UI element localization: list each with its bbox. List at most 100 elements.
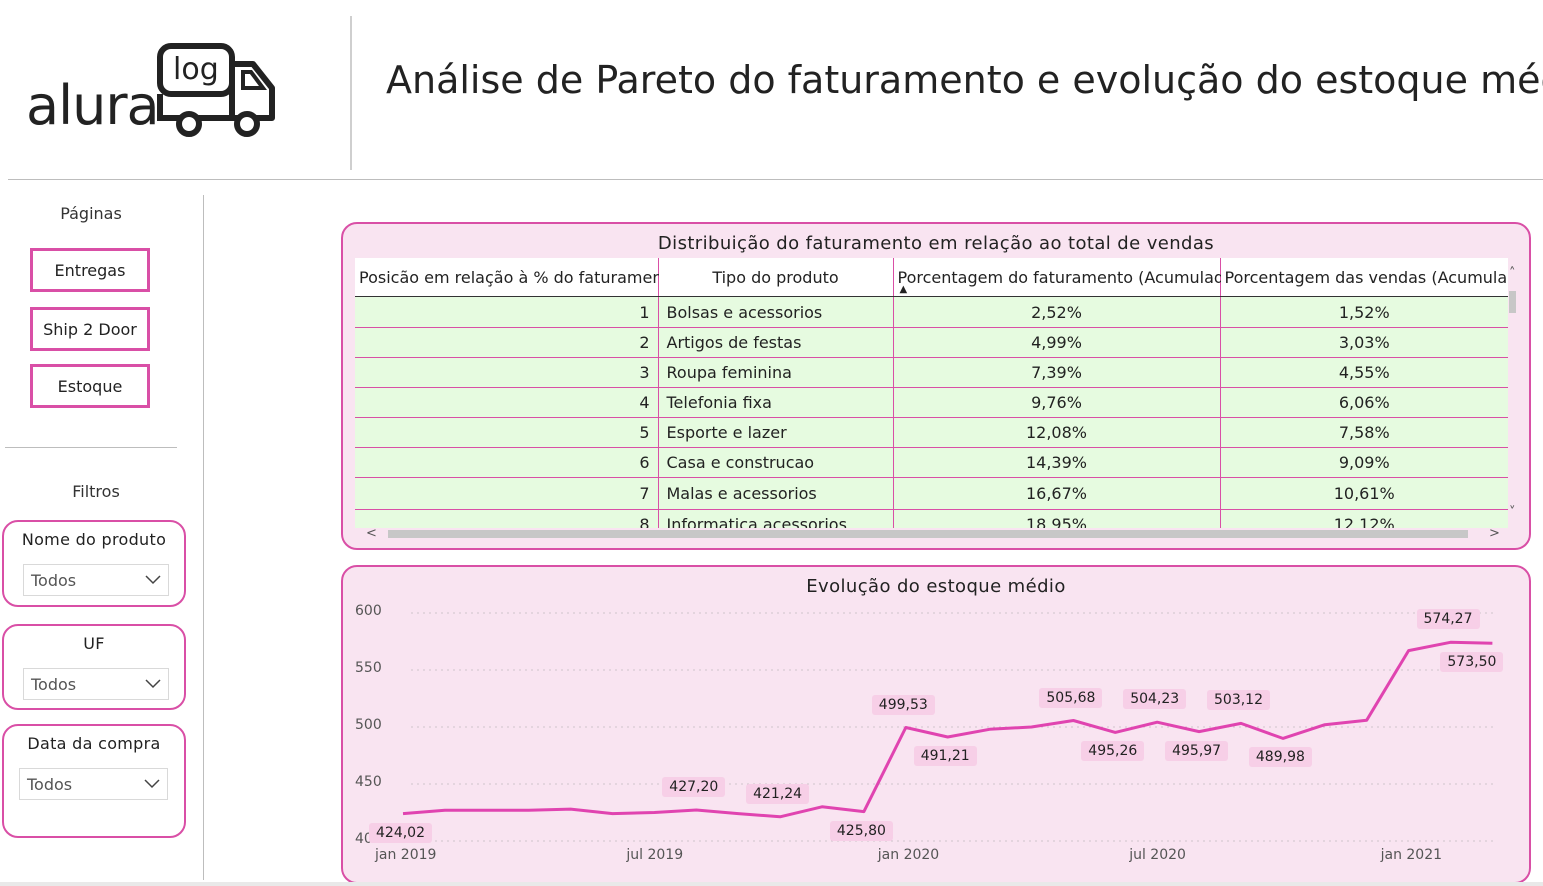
data-point[interactable] [1405, 647, 1413, 655]
sidebar-divider [203, 195, 204, 880]
filter-data-da-compra: Data da compra Todos [2, 724, 186, 838]
data-point[interactable] [441, 806, 449, 814]
data-label: 427,20 [662, 776, 726, 797]
data-label: 505,68 [1039, 687, 1103, 708]
data-label: 425,80 [829, 820, 893, 841]
data-point[interactable] [944, 733, 952, 741]
table-row[interactable]: 3 Roupa feminina 7,39% 4,55% [355, 357, 1508, 388]
table-cell: 1 [355, 296, 659, 328]
filter-label: UF [83, 634, 105, 653]
table-cell: Esporte e lazer [658, 417, 894, 448]
data-label: 504,23 [1123, 689, 1187, 710]
data-point[interactable] [1195, 728, 1203, 736]
pareto-table: Posicão em relação à % do faturamento Ti… [355, 258, 1508, 528]
filter-value: Todos [31, 570, 77, 590]
data-point[interactable] [986, 725, 994, 733]
y-tick-label: 500 [355, 717, 382, 733]
data-point[interactable] [399, 810, 407, 818]
series-line[interactable] [402, 640, 1493, 819]
data-point[interactable] [567, 805, 575, 813]
data-point[interactable] [776, 813, 784, 821]
nav-button-estoque[interactable]: Estoque [30, 364, 150, 408]
header-divider [350, 16, 352, 170]
column-header-sorted[interactable]: Porcentagem do faturamento (Acumulado) ▲ [893, 258, 1240, 297]
y-tick-label: 550 [355, 660, 382, 676]
data-point[interactable] [734, 810, 742, 818]
table-cell: 4,99% [893, 327, 1221, 358]
scroll-down-arrow-icon[interactable]: ˅ [1509, 505, 1516, 520]
table-cell: Bolsas e acessorios [658, 296, 894, 328]
data-point[interactable] [1069, 717, 1077, 725]
chevron-down-icon [144, 779, 160, 789]
data-point[interactable] [609, 810, 617, 818]
data-label: 503,12 [1207, 690, 1270, 711]
data-point[interactable] [1028, 723, 1036, 731]
nav-button-entregas[interactable]: Entregas [30, 248, 150, 292]
data-label: 573,50 [1440, 652, 1504, 673]
table-cell: Roupa feminina [658, 357, 894, 388]
y-tick-label: 600 [355, 603, 382, 619]
data-point[interactable] [1447, 638, 1455, 646]
data-point[interactable] [692, 806, 700, 814]
y-tick-label: 450 [355, 774, 382, 790]
table-cell: 16,67% [893, 477, 1221, 510]
table-row[interactable]: 7 Malas e acessorios 16,67% 10,61% [355, 477, 1508, 510]
column-header[interactable]: Tipo do produto [658, 258, 894, 297]
stock-line-chart: 600550500450400jan 2019jul 2019jan 2020j… [341, 565, 1531, 884]
data-point[interactable] [902, 724, 910, 732]
table-cell: 10,61% [1220, 477, 1508, 510]
table-cell: 3 [355, 357, 659, 388]
data-label: 421,24 [746, 783, 810, 804]
column-header[interactable]: Posicão em relação à % do faturamento [355, 258, 679, 297]
scroll-right-arrow-icon[interactable]: > [1489, 526, 1500, 541]
data-label: 424,02 [369, 822, 432, 843]
table-row[interactable]: 1 Bolsas e acessorios 2,52% 1,52% [355, 296, 1508, 328]
table-row[interactable]: 4 Telefonia fixa 9,76% 6,06% [355, 387, 1508, 418]
x-tick-label: jan 2020 [877, 847, 940, 863]
vertical-scrollbar-thumb[interactable] [1509, 291, 1516, 313]
table-cell: Casa e construcao [658, 447, 894, 478]
scroll-up-arrow-icon[interactable]: ˄ [1509, 266, 1516, 281]
logo-badge-text: log [173, 52, 219, 87]
data-point[interactable] [1111, 728, 1119, 736]
data-point[interactable] [818, 803, 826, 811]
data-point[interactable] [1488, 639, 1496, 647]
page-title: Análise de Pareto do faturamento e evolu… [386, 58, 1543, 102]
data-point[interactable] [1321, 721, 1329, 729]
nav-button-ship-2-door[interactable]: Ship 2 Door [30, 307, 150, 351]
sort-ascending-icon: ▲ [899, 284, 908, 295]
table-row[interactable]: 6 Casa e construcao 14,39% 9,09% [355, 447, 1508, 478]
table-cell: 9,09% [1220, 447, 1508, 478]
filter-dropdown[interactable]: Todos [19, 768, 168, 800]
data-point[interactable] [650, 809, 658, 817]
filter-dropdown[interactable]: Todos [23, 668, 169, 700]
data-point[interactable] [525, 806, 533, 814]
table-row[interactable]: 2 Artigos de festas 4,99% 3,03% [355, 327, 1508, 358]
x-tick-label: jul 2019 [626, 847, 684, 863]
table-cell: 2 [355, 327, 659, 358]
scroll-left-arrow-icon[interactable]: < [366, 526, 377, 541]
filter-dropdown[interactable]: Todos [23, 564, 169, 596]
data-point[interactable] [860, 808, 868, 816]
filter-uf: UF Todos [2, 624, 186, 710]
table-row[interactable]: 8 Informatica acessorios 18,95% 12,12% [355, 509, 1508, 528]
data-label: 491,21 [913, 746, 977, 767]
table-cell: Artigos de festas [658, 327, 894, 358]
data-point[interactable] [483, 806, 491, 814]
filter-label: Data da compra [27, 734, 161, 753]
filter-label: Nome do produto [21, 530, 167, 549]
table-row[interactable]: 5 Esporte e lazer 12,08% 7,58% [355, 417, 1508, 448]
data-point[interactable] [1363, 716, 1371, 724]
filter-value: Todos [31, 674, 77, 694]
horizontal-scrollbar-thumb[interactable] [388, 530, 1468, 538]
data-point[interactable] [1279, 734, 1287, 742]
data-point[interactable] [1153, 718, 1161, 726]
bottom-bar [0, 882, 1543, 886]
table-cell: 6,06% [1220, 387, 1508, 418]
data-point[interactable] [1237, 719, 1245, 727]
filter-value: Todos [27, 774, 73, 794]
filter-nome-do-produto: Nome do produto Todos [2, 520, 186, 607]
table-cell: 12,08% [893, 417, 1221, 448]
table-cell: 7,39% [893, 357, 1221, 388]
column-header[interactable]: Porcentagem das vendas (Acumulado) [1220, 258, 1508, 297]
